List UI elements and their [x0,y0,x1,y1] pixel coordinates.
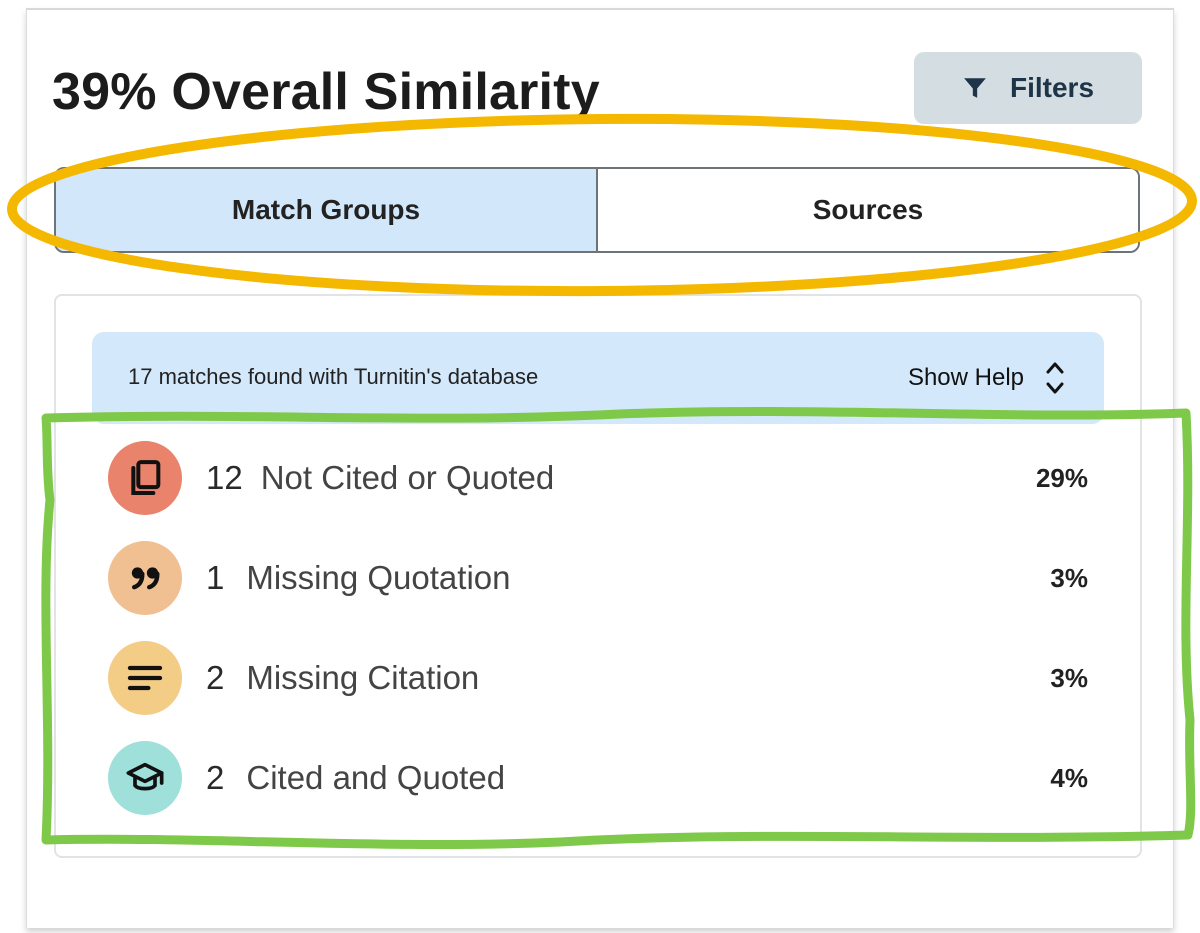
tab-match-groups[interactable]: Match Groups [56,169,598,251]
match-group-cited-quoted[interactable]: 2 Cited and Quoted 4% [108,740,1088,816]
match-percent: 3% [1050,662,1088,693]
match-count: 2 [206,659,225,696]
quote-icon [108,541,182,615]
filter-icon [964,78,986,98]
matches-count-text: 17 matches found with Turnitin's databas… [128,364,539,389]
match-label: Cited and Quoted [246,759,506,796]
filters-button[interactable]: Filters [914,52,1142,124]
page-title: 39% Overall Similarity [52,63,600,121]
match-label: Missing Quotation [246,559,511,596]
show-help-label: Show Help [907,364,1024,391]
match-group-missing-citation[interactable]: 2 Missing Citation 3% [108,640,1088,716]
copy-icon [108,441,182,515]
match-percent: 4% [1050,762,1088,793]
text-lines-icon [108,641,182,715]
match-group-missing-quotation[interactable]: 1 Missing Quotation 3% [108,540,1088,616]
match-label: Missing Citation [246,659,480,696]
graduation-cap-icon [108,741,182,815]
view-tabs: Match Groups Sources [54,167,1140,253]
match-percent: 3% [1050,562,1088,593]
match-count: 12 [206,459,243,496]
matches-banner: 17 matches found with Turnitin's databas… [92,332,1104,424]
match-percent: 29% [1035,462,1088,493]
match-group-not-cited[interactable]: 12 Not Cited or Quoted 29% [108,440,1088,516]
match-count: 1 [206,559,225,596]
show-help-button[interactable]: Show Help [908,348,1066,408]
filters-label: Filters [1009,72,1095,103]
expand-collapse-icon [1046,362,1064,394]
match-label: Not Cited or Quoted [260,459,555,496]
match-count: 2 [206,759,225,796]
tab-sources[interactable]: Sources [598,169,1138,251]
